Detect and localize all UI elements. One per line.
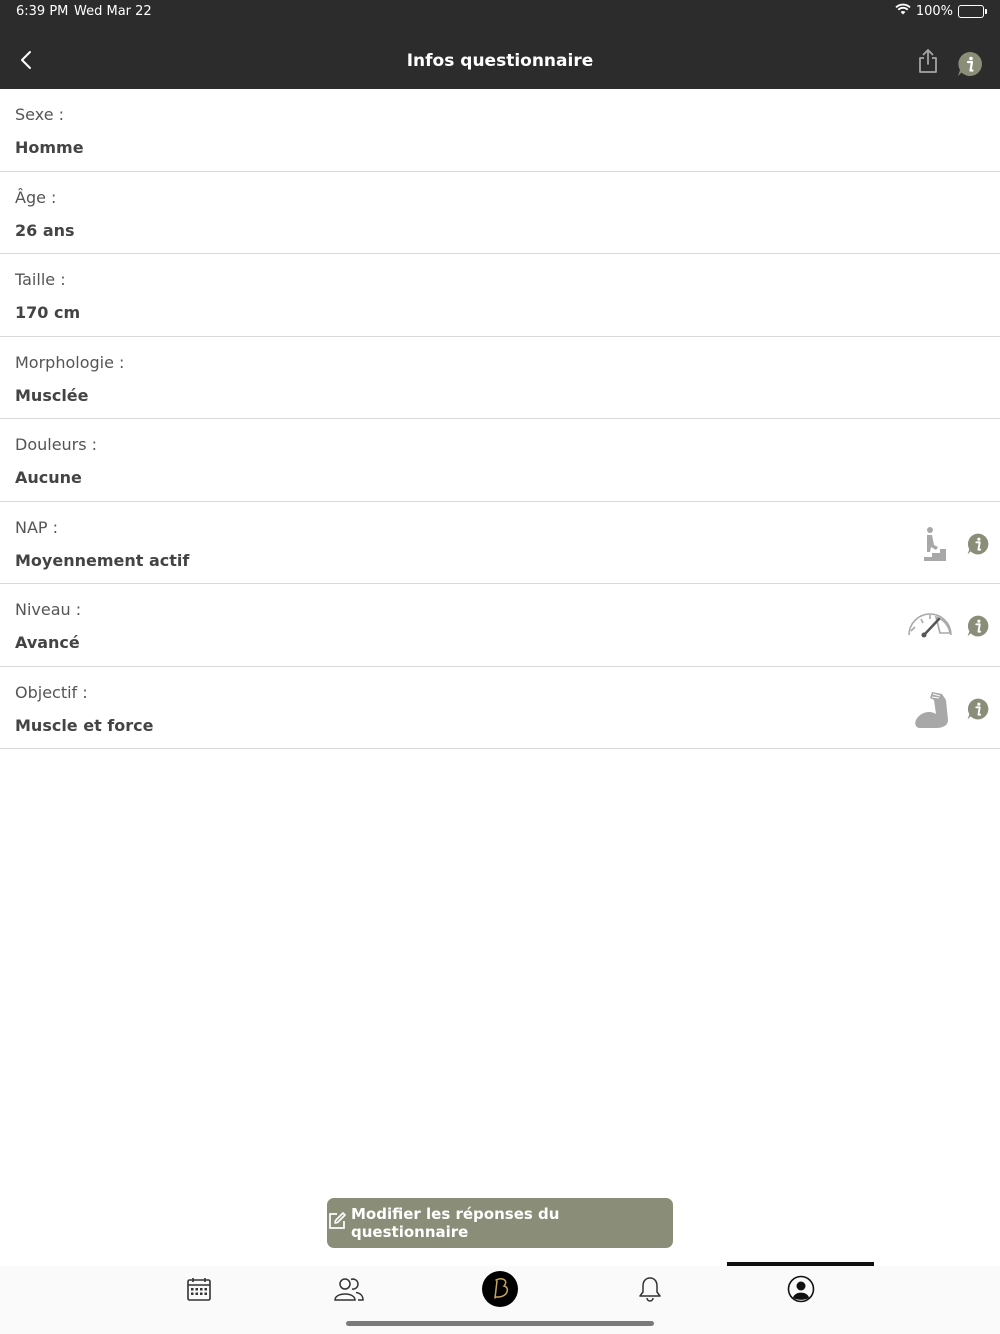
edit-questionnaire-button[interactable]: Modifier les réponses du questionnaire [327, 1198, 673, 1248]
edit-questionnaire-label: Modifier les réponses du questionnaire [351, 1205, 560, 1241]
list-item-age: Âge : 26 ans [0, 172, 1000, 254]
questionnaire-list: Sexe : Homme Âge : 26 ans Taille : 170 c… [0, 89, 1000, 749]
list-item-nap: NAP : Moyennement actif [0, 502, 1000, 584]
brand-logo-icon [482, 1271, 518, 1311]
row-value: Musclée [15, 385, 89, 405]
tab-home[interactable] [425, 1266, 575, 1316]
row-value: 170 cm [15, 303, 81, 322]
row-label: Douleurs : [15, 435, 98, 454]
page-title: Infos questionnaire [406, 51, 594, 71]
tab-community[interactable] [274, 1266, 424, 1316]
users-icon [333, 1276, 365, 1306]
battery-icon [958, 4, 987, 18]
tab-calendar[interactable] [124, 1266, 274, 1316]
calendar-icon [186, 1276, 212, 1306]
row-label: Sexe : [15, 105, 65, 124]
row-label: Morphologie : [15, 352, 125, 372]
row-value: 26 ans [15, 220, 75, 240]
row-value: Aucune [15, 468, 82, 487]
row-value: Muscle et force [15, 715, 154, 735]
list-item-objectif: Objectif : Muscle et force [0, 667, 1000, 749]
home-indicator [346, 1321, 654, 1326]
list-item-morphologie: Morphologie : Musclée [0, 337, 1000, 419]
list-item-douleurs: Douleurs : Aucune [0, 419, 1000, 502]
row-label: Objectif : [15, 682, 88, 702]
profile-icon [787, 1275, 815, 1307]
list-item-taille: Taille : 170 cm [0, 254, 1000, 337]
row-label: Niveau : [15, 600, 82, 619]
gauge-icon [906, 607, 952, 645]
nav-bar: Infos questionnaire [0, 36, 1000, 89]
tab-notifications[interactable] [575, 1266, 725, 1316]
nap-info-button[interactable] [965, 531, 991, 557]
status-right: 100% [895, 3, 987, 19]
niveau-info-button[interactable] [965, 613, 991, 639]
wifi-icon [895, 3, 911, 19]
flexed-arm-icon [912, 690, 956, 728]
row-label: NAP : [15, 517, 59, 537]
objectif-info-button[interactable] [965, 696, 991, 722]
info-icon [955, 52, 985, 83]
list-item-sexe: Sexe : Homme [0, 89, 1000, 172]
info-button[interactable] [955, 49, 985, 79]
row-value: Avancé [15, 633, 80, 652]
row-label: Âge : [15, 187, 57, 207]
row-value: Moyennement actif [15, 550, 190, 570]
row-value: Homme [15, 138, 84, 157]
edit-icon [327, 1211, 347, 1235]
status-time: 6:39 PM [16, 4, 69, 19]
status-bar: 6:39 PM Wed Mar 22 100% [0, 0, 1000, 26]
tab-profile[interactable] [726, 1266, 876, 1316]
row-label: Taille : [15, 270, 66, 289]
share-icon [918, 48, 938, 78]
bell-icon [638, 1276, 662, 1306]
share-button[interactable] [912, 46, 944, 80]
header: 6:39 PM Wed Mar 22 100% Infos questionna… [0, 0, 1000, 89]
status-date: Wed Mar 22 [74, 4, 152, 19]
list-item-niveau: Niveau : Avancé [0, 584, 1000, 667]
battery-percent: 100% [915, 3, 953, 19]
stairs-climber-icon [912, 525, 956, 563]
